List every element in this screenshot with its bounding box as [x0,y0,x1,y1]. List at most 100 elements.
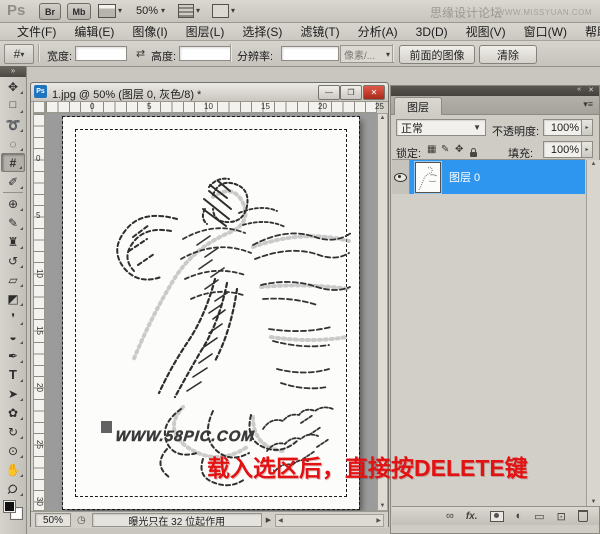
eraser-tool[interactable]: ▱ [1,270,25,289]
zoom-tool[interactable]: Ϙ [1,479,25,498]
move-tool[interactable]: ✥ [1,77,25,96]
width-input[interactable] [75,46,127,61]
adjustment-layer-icon[interactable]: ◐ [516,510,523,522]
crop-tool[interactable]: # [1,153,25,172]
status-popup-icon[interactable]: ▶ [266,516,271,524]
panel-scrollbar[interactable]: ▲ ▼ [586,160,600,506]
opacity-field[interactable]: 100% ▸ [543,119,593,136]
lasso-tool[interactable]: ➰ [1,115,25,134]
resolution-unit-select[interactable]: 像素/... ▾ [340,45,394,63]
shape-tool[interactable]: ✿ [1,403,25,422]
type-tool[interactable]: T [1,365,25,384]
clone-stamp-tool[interactable]: ♜ [1,232,25,251]
ruler-origin-box[interactable] [33,101,45,113]
new-layer-icon[interactable]: ⊡ [557,510,566,523]
document-horizontal-scrollbar[interactable]: ◀ ▶ [275,514,384,527]
menu-image[interactable]: 图像(I) [123,23,176,40]
lock-position-icon[interactable]: ✥ [455,144,463,155]
menu-analysis[interactable]: 分析(A) [349,23,407,40]
history-brush-tool[interactable]: ↺ [1,251,25,270]
toolbar-collapse-strip[interactable]: » [0,66,26,77]
scroll-up-icon[interactable]: ▲ [378,115,387,121]
minimize-button[interactable]: — [318,85,340,100]
screen-mode-dropdown-icon[interactable]: ▾ [231,6,235,15]
screen-mode-icon[interactable] [212,4,229,18]
panel-menu-icon[interactable]: ▾≡ [583,99,593,110]
document-title-bar[interactable]: Ps 1.jpg @ 50% (图层 0, 灰色/8) * — ❐ ✕ [31,83,388,102]
crop-tool-preset-icon[interactable]: # ▾ [4,44,34,64]
blur-tool[interactable]: ❜ [1,308,25,327]
blend-mode-select[interactable]: 正常 ▼ [396,119,486,136]
opacity-spinner-icon[interactable]: ▸ [581,120,592,135]
view-extras-dropdown-icon[interactable]: ▾ [118,6,122,15]
visibility-column[interactable] [392,160,410,194]
bridge-button[interactable]: Br [39,3,61,20]
front-image-button[interactable]: 前面的图像 [399,45,475,64]
menu-window[interactable]: 窗口(W) [515,23,576,40]
menu-help[interactable]: 帮助(H) [576,23,600,40]
menu-layer[interactable]: 图层(L) [177,23,234,40]
fill-spinner-icon[interactable]: ▸ [581,142,592,157]
dock-close-icon[interactable]: ✕ [588,86,594,94]
lock-transparency-icon[interactable]: ▦ [427,144,436,155]
view-extras-icon[interactable] [98,4,116,18]
device-central-button[interactable]: Mb [67,3,91,20]
panel-scroll-down-icon[interactable]: ▼ [587,499,600,505]
arrange-dropdown-icon[interactable]: ▾ [196,6,200,15]
lock-pixels-icon[interactable]: ✎ [441,144,449,155]
menu-3d[interactable]: 3D(D) [407,25,457,39]
new-group-icon[interactable]: ▭ [534,510,544,523]
path-selection-tool[interactable]: ➤ [1,384,25,403]
layer-row-selected[interactable]: 图层 0 [392,160,585,194]
lock-all-icon[interactable] [470,152,477,157]
collapse-to-icons-icon[interactable]: « [577,86,581,93]
v-ruler-number: 10 [35,269,43,278]
quick-selection-tool[interactable]: ◌ [1,134,25,153]
zoom-dropdown-icon[interactable]: ▾ [161,6,165,15]
resolution-input[interactable] [281,46,339,61]
panel-scroll-up-icon[interactable]: ▲ [587,161,600,167]
layer-style-icon[interactable]: fx. [466,511,478,522]
scroll-left-icon[interactable]: ◀ [278,517,283,524]
menu-view[interactable]: 视图(V) [457,23,515,40]
close-button[interactable]: ✕ [363,85,385,100]
eye-icon[interactable] [394,173,407,182]
delete-layer-icon[interactable] [578,510,588,522]
color-swatches[interactable] [1,498,25,520]
pen-tool[interactable]: ✒ [1,346,25,365]
arrange-documents-icon[interactable] [178,4,194,18]
scroll-right-icon[interactable]: ▶ [376,517,381,524]
menu-file[interactable]: 文件(F) [8,23,65,40]
foreground-color-swatch[interactable] [3,500,16,513]
eyedropper-tool[interactable]: ✐ [1,172,25,191]
width-label: 宽度: [47,48,72,64]
link-layers-icon[interactable]: ∞ [446,510,454,522]
clear-button[interactable]: 清除 [479,45,537,64]
vertical-ruler[interactable]: 0 5 10 15 20 25 30 [33,113,45,511]
restore-button[interactable]: ❐ [340,85,362,100]
menu-filter[interactable]: 滤镜(T) [291,23,348,40]
horizontal-ruler[interactable]: 0 5 10 15 20 25 [45,101,377,113]
gradient-tool[interactable]: ◩ [1,289,25,308]
tab-layers[interactable]: 图层 [394,97,442,115]
height-input[interactable] [179,46,231,61]
fill-field[interactable]: 100% ▸ [543,141,593,158]
scroll-down-icon[interactable]: ▼ [378,503,387,509]
marquee-tool[interactable]: □ [1,96,25,115]
3d-orbit-tool[interactable]: ⊙ [1,441,25,460]
zoom-level-value[interactable]: 50% [136,5,158,17]
3d-rotate-tool[interactable]: ↻ [1,422,25,441]
menu-edit[interactable]: 编辑(E) [65,23,123,40]
photoshop-window: Ps Br Mb ▾ 50% ▾ ▾ ▾ 思缘设计论坛 WWW.MISSYUAN… [0,0,600,534]
swap-dimensions-icon[interactable]: ⇄ [136,47,145,60]
layer-thumbnail[interactable] [415,162,441,193]
dodge-tool[interactable]: ◒ [1,327,25,346]
menu-select[interactable]: 选择(S) [233,23,291,40]
hand-tool[interactable]: ✋ [1,460,25,479]
status-zoom-field[interactable]: 50% [35,513,71,527]
layer-name[interactable]: 图层 0 [449,169,480,185]
add-mask-icon[interactable] [490,511,504,522]
brush-tool[interactable]: ✎ [1,213,25,232]
hand-tool-icon: ✋ [6,464,21,476]
spot-healing-tool[interactable]: ⊕ [1,194,25,213]
